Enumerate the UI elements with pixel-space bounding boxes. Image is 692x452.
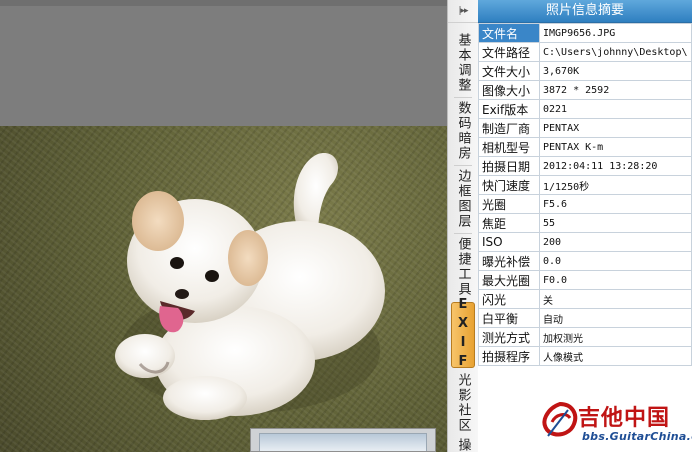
tab-basic-adjust[interactable]: 基本调整 xyxy=(451,32,475,94)
navigator-thumbnail[interactable] xyxy=(250,428,436,452)
exif-key: 拍摄程序 xyxy=(478,346,540,366)
exif-value: 自动 xyxy=(539,308,692,328)
exif-row-metering-mode[interactable]: 测光方式 加权测光 xyxy=(478,327,692,347)
exif-key: 光圈 xyxy=(478,194,540,214)
exif-key: 测光方式 xyxy=(478,327,540,347)
exif-row-manufacturer[interactable]: 制造厂商 PENTAX xyxy=(478,118,692,138)
exif-value: 0221 xyxy=(539,99,692,119)
exif-value: IMGP9656.JPG xyxy=(539,23,692,43)
exif-info-panel: 照片信息摘要 文件名 IMGP9656.JPG 文件路径 C:\Users\jo… xyxy=(478,0,692,452)
exif-row-shooting-program[interactable]: 拍摄程序 人像模式 xyxy=(478,346,692,366)
watermark-url-text: bbs.GuitarChina.com xyxy=(582,430,692,443)
tab-quick-tools[interactable]: 便捷工具 xyxy=(451,236,475,298)
exif-value: PENTAX xyxy=(539,118,692,138)
exif-row-shutter-speed[interactable]: 快门速度 1/1250秒 xyxy=(478,175,692,195)
tab-separator xyxy=(454,233,472,234)
exif-row-max-aperture[interactable]: 最大光圈 F0.0 xyxy=(478,270,692,290)
exif-key: 闪光 xyxy=(478,289,540,309)
exif-value: 55 xyxy=(539,213,692,233)
exif-key: 拍摄日期 xyxy=(478,156,540,176)
exif-value: PENTAX K-m xyxy=(539,137,692,157)
exif-key: 相机型号 xyxy=(478,137,540,157)
panel-title: 照片信息摘要 xyxy=(478,0,692,23)
exif-key: 文件大小 xyxy=(478,61,540,81)
exif-row-filesize[interactable]: 文件大小 3,670K xyxy=(478,61,692,81)
exif-value: C:\Users\johnny\Desktop\ xyxy=(539,42,692,62)
exif-row-filepath[interactable]: 文件路径 C:\Users\johnny\Desktop\ xyxy=(478,42,692,62)
tab-exif[interactable]: EXIF xyxy=(451,297,475,373)
tab-border-layers[interactable]: 边框图层 xyxy=(451,168,475,230)
exif-key: 最大光圈 xyxy=(478,270,540,290)
site-watermark: 吉他中国 bbs.GuitarChina.com xyxy=(538,398,692,450)
exif-value: 0.0 xyxy=(539,251,692,271)
tab-separator xyxy=(454,165,472,166)
collapse-panel-toggle[interactable]: |▸▸ xyxy=(448,0,478,23)
canvas-top-strip xyxy=(0,0,447,6)
exif-value: 人像模式 xyxy=(539,346,692,366)
exif-key: 制造厂商 xyxy=(478,118,540,138)
exif-key: 白平衡 xyxy=(478,308,540,328)
tab-photo-community[interactable]: 光影社区 xyxy=(451,372,475,434)
guitar-logo-icon xyxy=(542,401,578,437)
exif-value: F0.0 xyxy=(539,270,692,290)
exif-value: 3,670K xyxy=(539,61,692,81)
exif-key: 图像大小 xyxy=(478,80,540,100)
puppy-illustration xyxy=(115,153,385,420)
exif-row-flash[interactable]: 闪光 关 xyxy=(478,289,692,309)
tab-digital-darkroom[interactable]: 数码暗房 xyxy=(451,100,475,162)
exif-key: ISO xyxy=(478,232,540,252)
exif-row-white-balance[interactable]: 白平衡 自动 xyxy=(478,308,692,328)
exif-value: 加权测光 xyxy=(539,327,692,347)
exif-key: 快门速度 xyxy=(478,175,540,195)
watermark-chinese-text: 吉他中国 xyxy=(578,406,671,431)
image-canvas[interactable] xyxy=(0,0,447,452)
exif-row-capture-date[interactable]: 拍摄日期 2012:04:11 13:28:20 xyxy=(478,156,692,176)
navigator-thumbnail-preview xyxy=(259,433,427,451)
exif-row-filename[interactable]: 文件名 IMGP9656.JPG xyxy=(478,23,692,43)
exif-row-aperture[interactable]: 光圈 F5.6 xyxy=(478,194,692,214)
exif-value: 200 xyxy=(539,232,692,252)
photo-preview[interactable] xyxy=(0,126,447,452)
exif-value: 关 xyxy=(539,289,692,309)
exif-row-exif-version[interactable]: Exif版本 0221 xyxy=(478,99,692,119)
exif-value: F5.6 xyxy=(539,194,692,214)
exif-row-camera-model[interactable]: 相机型号 PENTAX K-m xyxy=(478,137,692,157)
exif-value: 2012:04:11 13:28:20 xyxy=(539,156,692,176)
exif-key: 文件路径 xyxy=(478,42,540,62)
exif-row-image-size[interactable]: 图像大小 3872 * 2592 xyxy=(478,80,692,100)
side-tab-bar: |▸▸ 基本调整 数码暗房 边框图层 便捷工具 EXIF 光影社区 操 xyxy=(447,0,478,452)
exif-row-focal-length[interactable]: 焦距 55 xyxy=(478,213,692,233)
tab-separator xyxy=(454,97,472,98)
tab-operations[interactable]: 操 xyxy=(451,438,475,452)
exif-value: 1/1250秒 xyxy=(539,175,692,195)
exif-value: 3872 * 2592 xyxy=(539,80,692,100)
exif-key: 焦距 xyxy=(478,213,540,233)
exif-key: 曝光补偿 xyxy=(478,251,540,271)
exif-key: 文件名 xyxy=(478,23,540,43)
exif-key: Exif版本 xyxy=(478,99,540,119)
exif-row-iso[interactable]: ISO 200 xyxy=(478,232,692,252)
exif-table: 文件名 IMGP9656.JPG 文件路径 C:\Users\johnny\De… xyxy=(478,23,692,366)
exif-row-exposure-compensation[interactable]: 曝光补偿 0.0 xyxy=(478,251,692,271)
